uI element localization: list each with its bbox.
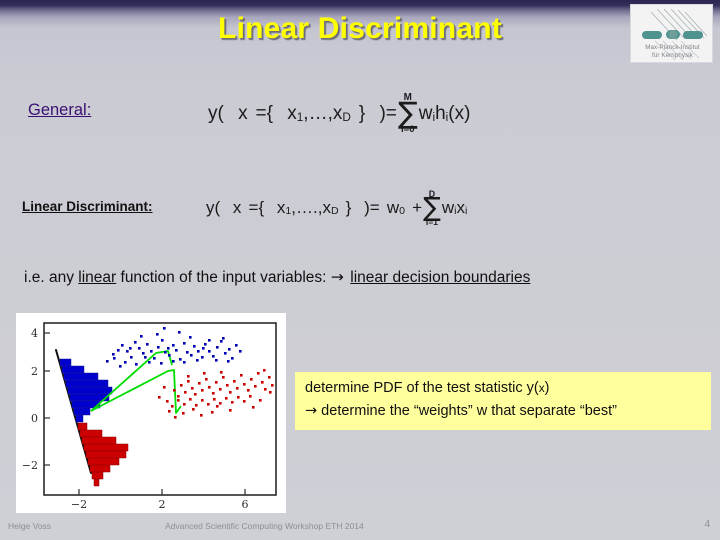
x-tick-neg2: −2 xyxy=(71,498,87,511)
y-tick-2: 2 xyxy=(31,365,38,378)
footer-author: Helge Voss xyxy=(8,521,51,531)
formula-linear-ellipsis: ,…., xyxy=(291,198,323,218)
formula-linear-var1-sub: 1 xyxy=(285,205,292,218)
formula-general-w: w xyxy=(418,102,433,124)
formula-general-equals: = xyxy=(385,102,397,124)
formula-linear-w-sub: i xyxy=(454,205,457,218)
formula-linear-equals: = xyxy=(369,198,380,218)
sigma-icon: ∑ xyxy=(423,192,441,223)
formula-general-sum-lower: i=0 xyxy=(401,124,415,136)
formula-linear-plus: + xyxy=(412,198,423,218)
explanation-middle: function of the input variables: xyxy=(116,269,331,286)
logo-caption-line2: für Kernphysik xyxy=(652,51,693,59)
callout-line-1: determine PDF of the test statistic y(x) xyxy=(305,377,703,400)
explanation-underlined-boundaries: linear decision boundaries xyxy=(350,269,531,286)
y-tick-neg2: −2 xyxy=(22,459,38,472)
formula-general-varlast-sub: D xyxy=(342,110,351,124)
logo-caption-line1: Max-Planck-Institut xyxy=(645,44,700,51)
formula-linear-summation: D ∑ i=1 xyxy=(423,190,441,227)
formula-linear-brace: } xyxy=(345,198,352,218)
formula-linear-w0: w xyxy=(386,198,400,218)
callout-line1-main: determine PDF of the test statistic y( xyxy=(305,380,539,396)
formula-linear-eqopen: ={ xyxy=(248,198,265,218)
formula-general: y( x ={ x1 ,…, xD } ) = M ∑ i=0 w i h i (x) xyxy=(208,93,470,135)
formula-general-brace: } xyxy=(358,102,366,124)
right-arrow-icon: → xyxy=(330,268,344,286)
formula-general-var1-sub: 1 xyxy=(296,110,304,124)
section-label-linear-discriminant: Linear Discriminant: xyxy=(22,199,153,214)
formula-linear-varlast-sub: D xyxy=(330,205,339,218)
formula-general-eqopen: ={ xyxy=(255,102,273,124)
callout-line2-text: determine the “weights” w that separate … xyxy=(317,403,617,419)
formula-general-ellipsis: ,…, xyxy=(303,102,333,124)
formula-general-x: x xyxy=(238,102,248,124)
formula-linear-sum-lower: i=1 xyxy=(425,217,438,228)
scatter-plot-svg: 4 2 0 −2 −2 2 6 xyxy=(16,313,286,513)
y-tick-4: 4 xyxy=(31,327,38,340)
formula-linear-w: w xyxy=(441,198,455,218)
slide: Linear Discriminant Max-Planck-Institut … xyxy=(0,0,720,540)
title-bar: Linear Discriminant xyxy=(0,12,720,46)
page-title: Linear Discriminant xyxy=(218,12,502,45)
formula-general-arg: (x) xyxy=(448,102,471,124)
max-planck-institut-logo: Max-Planck-Institut für Kernphysik xyxy=(630,4,713,63)
formula-general-summation: M ∑ i=0 xyxy=(398,93,418,135)
logo-caption: Max-Planck-Institut für Kernphysik xyxy=(631,44,712,59)
explanation-line: i.e. any linear function of the input va… xyxy=(24,268,530,287)
formula-linear-discriminant: y( x ={ x1 ,…., xD } ) = w0 + D ∑ i=1 wi… xyxy=(206,190,467,227)
explanation-prefix: i.e. any xyxy=(24,269,79,286)
formula-linear-xterm: x xyxy=(456,198,465,218)
formula-linear-xterm-sub: i xyxy=(464,205,468,218)
plot-background xyxy=(16,313,286,513)
formula-general-h-sub: i xyxy=(445,110,449,124)
formula-general-var1: x xyxy=(287,102,297,124)
formula-linear-x: x xyxy=(232,198,242,218)
formula-general-w-sub: i xyxy=(432,110,436,124)
formula-general-h: h xyxy=(435,102,446,124)
explanation-underlined-linear: linear xyxy=(78,269,117,286)
footer-event: Advanced Scientific Computing Workshop E… xyxy=(165,521,364,531)
formula-linear-varlast: x xyxy=(322,198,331,218)
footer-page-number: 4 xyxy=(704,519,710,530)
slide-footer: Helge Voss Advanced Scientific Computing… xyxy=(0,514,720,540)
right-arrow-icon: → xyxy=(305,403,318,419)
formula-linear-y: y( xyxy=(206,198,221,218)
section-label-general: General: xyxy=(28,101,92,119)
y-tick-0: 0 xyxy=(31,412,38,425)
scatter-plot-figure: 4 2 0 −2 −2 2 6 xyxy=(16,313,286,513)
x-tick-6: 6 xyxy=(242,498,249,511)
formula-general-y: y( xyxy=(208,102,224,124)
formula-linear-w0-sub: 0 xyxy=(399,205,405,218)
formula-general-varlast: x xyxy=(332,102,343,124)
x-tick-2: 2 xyxy=(159,498,166,511)
callout-box: determine PDF of the test statistic y(x)… xyxy=(295,372,711,430)
callout-line1-end: ) xyxy=(544,380,550,396)
formula-linear-var1: x xyxy=(276,198,286,218)
callout-line-2: → determine the “weights” w that separat… xyxy=(305,400,703,423)
sigma-icon: ∑ xyxy=(397,95,418,130)
